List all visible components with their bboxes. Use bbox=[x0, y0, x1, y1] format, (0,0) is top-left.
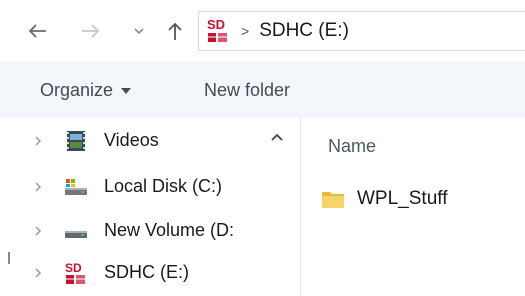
file-list-pane: Name WPL_Stuff bbox=[301, 118, 525, 296]
sdhc-icon: SD bbox=[65, 261, 85, 284]
forward-button[interactable] bbox=[80, 18, 102, 44]
tree-item-videos[interactable]: Videos bbox=[0, 124, 260, 158]
new-folder-label: New folder bbox=[204, 80, 291, 100]
drive-icon bbox=[65, 231, 87, 238]
navigation-pane: Videos Local Disk (C:) New Volume (D: SD… bbox=[0, 118, 290, 296]
breadcrumb-separator[interactable]: > bbox=[241, 23, 249, 39]
organize-button[interactable]: Organize bbox=[40, 80, 132, 101]
tree-item-local-disk[interactable]: Local Disk (C:) bbox=[0, 170, 260, 204]
dropdown-caret-icon bbox=[121, 87, 132, 94]
edge-mark bbox=[8, 252, 10, 264]
scroll-up-icon[interactable] bbox=[270, 132, 284, 142]
chevron-right-icon[interactable] bbox=[34, 181, 42, 193]
tree-item-label: Videos bbox=[104, 130, 159, 150]
address-bar[interactable]: SD > SDHC (E:) bbox=[198, 11, 525, 51]
svg-text:SD: SD bbox=[207, 17, 225, 32]
videos-icon bbox=[67, 131, 85, 151]
address-row: SD > SDHC (E:) bbox=[0, 0, 525, 62]
chevron-down-icon bbox=[134, 28, 144, 35]
forward-arrow-icon bbox=[82, 24, 100, 38]
organize-label: Organize bbox=[40, 80, 114, 100]
tree-item-sdhc[interactable]: SD SDHC (E:) bbox=[0, 256, 260, 290]
chevron-right-icon[interactable] bbox=[34, 267, 42, 279]
list-item[interactable]: WPL_Stuff bbox=[321, 182, 447, 216]
command-bar: Organize New folder bbox=[0, 62, 525, 118]
up-arrow-icon bbox=[168, 22, 182, 40]
tree-item-label: Local Disk (C:) bbox=[104, 176, 223, 196]
file-name: WPL_Stuff bbox=[357, 188, 448, 209]
new-folder-button[interactable]: New folder bbox=[204, 80, 290, 101]
recent-locations-button[interactable] bbox=[128, 18, 150, 44]
chevron-right-icon[interactable] bbox=[34, 135, 42, 147]
svg-text:SD: SD bbox=[65, 261, 82, 275]
tree-item-new-volume[interactable]: New Volume (D: bbox=[0, 214, 290, 248]
local-disk-icon bbox=[65, 179, 87, 195]
sdhc-icon: SD bbox=[207, 17, 227, 42]
chevron-right-icon[interactable] bbox=[34, 225, 42, 237]
tree-item-label: New Volume (D: bbox=[104, 220, 235, 240]
back-button[interactable] bbox=[26, 18, 48, 44]
breadcrumb-drive[interactable]: SDHC (E:) bbox=[259, 20, 349, 42]
column-header-name[interactable]: Name bbox=[328, 136, 376, 157]
tree-item-label: SDHC (E:) bbox=[104, 262, 189, 282]
back-arrow-icon bbox=[28, 24, 46, 38]
folder-icon bbox=[322, 192, 344, 208]
up-button[interactable] bbox=[164, 18, 186, 44]
